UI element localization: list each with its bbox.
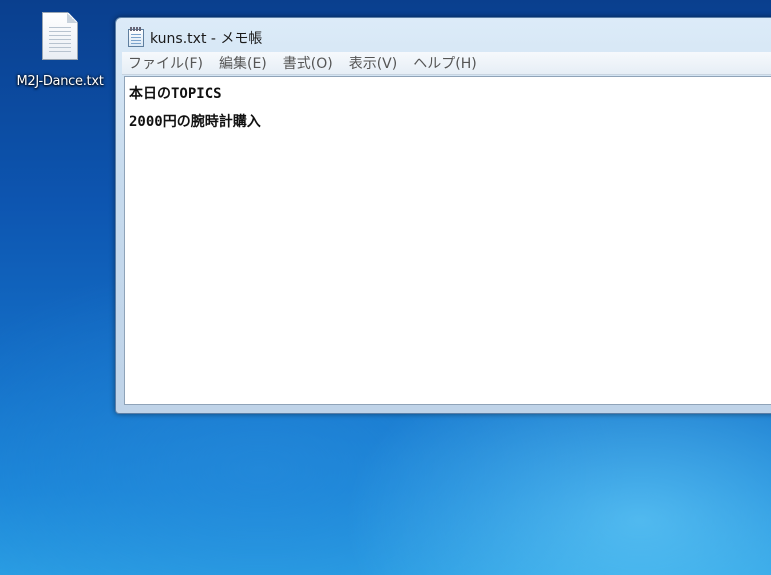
title-bar[interactable]: kuns.txt - メモ帳	[116, 18, 771, 52]
text-edit-area[interactable]: 本日のTOPICS 2000円の腕時計購入	[124, 76, 771, 405]
text-content: 本日のTOPICS 2000円の腕時計購入	[125, 77, 771, 139]
window-title: kuns.txt - メモ帳	[150, 31, 263, 47]
text-line-2: 2000円の腕時計購入	[129, 114, 261, 130]
notepad-icon	[128, 27, 144, 47]
menu-file[interactable]: ファイル(F)	[128, 53, 203, 73]
menu-format[interactable]: 書式(O)	[283, 53, 333, 73]
notepad-window[interactable]: kuns.txt - メモ帳 ファイル(F) 編集(E) 書式(O) 表示(V)…	[115, 17, 771, 414]
desktop-icon-label: M2J-Dance.txt	[16, 74, 104, 89]
text-line-1: 本日のTOPICS	[129, 86, 222, 102]
desktop-file-m2j-dance[interactable]: M2J-Dance.txt	[4, 12, 116, 89]
text-file-icon	[42, 12, 78, 60]
menu-edit[interactable]: 編集(E)	[219, 53, 267, 73]
menu-help[interactable]: ヘルプ(H)	[413, 53, 476, 73]
menu-view[interactable]: 表示(V)	[349, 53, 398, 73]
menu-bar: ファイル(F) 編集(E) 書式(O) 表示(V) ヘルプ(H)	[122, 52, 771, 75]
